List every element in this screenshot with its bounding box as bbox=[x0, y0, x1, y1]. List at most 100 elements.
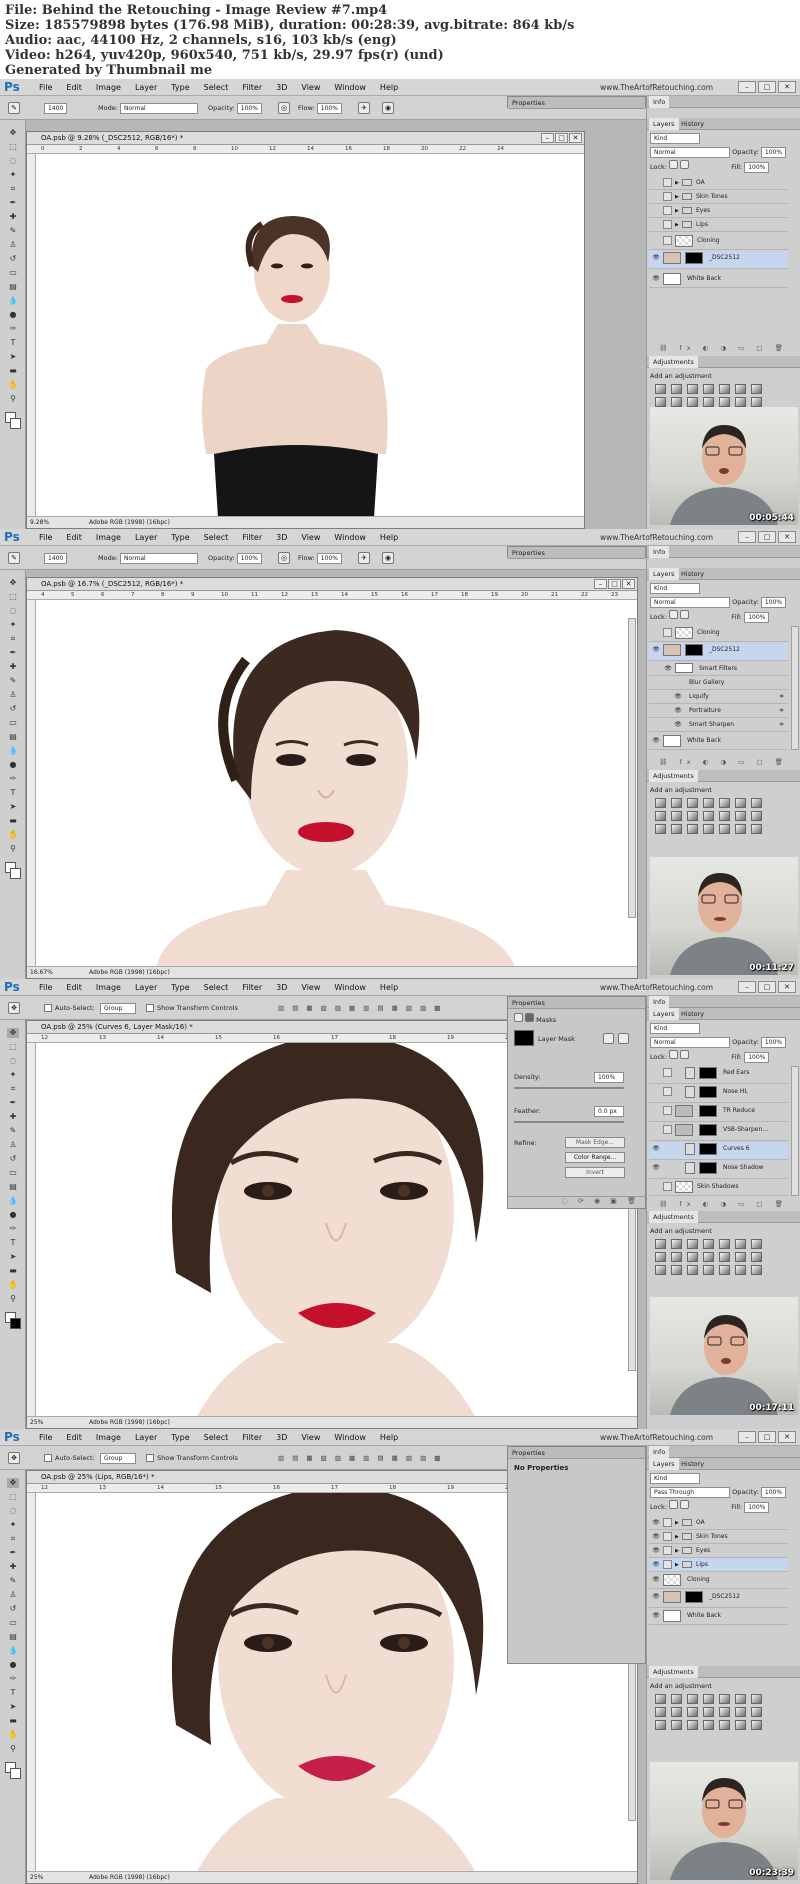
pen-tool-icon[interactable]: ✑ bbox=[7, 1224, 19, 1234]
brush-tool-icon[interactable]: ✎ bbox=[7, 1126, 19, 1136]
eye-icon[interactable]: 👁 bbox=[651, 1161, 661, 1175]
eye-icon[interactable]: 👁 bbox=[651, 251, 661, 265]
layers-scrollbar[interactable] bbox=[791, 626, 799, 750]
layer-group[interactable]: ▶ Lips bbox=[649, 218, 788, 232]
lock-pixels-icon[interactable] bbox=[669, 1050, 679, 1059]
healing-tool-icon[interactable]: ✚ bbox=[7, 1562, 19, 1572]
tab-history[interactable]: History bbox=[677, 1008, 708, 1020]
layer-opacity-field[interactable]: 100% bbox=[760, 147, 787, 158]
tab-layers[interactable]: Layers bbox=[649, 118, 679, 130]
menu-image[interactable]: Image bbox=[89, 529, 128, 546]
lock-position-icon[interactable] bbox=[680, 1500, 690, 1509]
auto-select-checkbox[interactable] bbox=[44, 1004, 52, 1012]
layer-opacity-field[interactable]: 100% bbox=[760, 1037, 787, 1048]
layer-row[interactable]: 👁 White Back bbox=[649, 1609, 788, 1625]
pressure-opacity-icon[interactable]: ◎ bbox=[278, 552, 290, 564]
layer-mask-thumbnail[interactable] bbox=[699, 1143, 717, 1155]
eye-icon[interactable]: 👁 bbox=[651, 1142, 661, 1156]
blend-mode-select[interactable]: Pass Through bbox=[650, 1487, 730, 1498]
lock-pixels-icon[interactable] bbox=[669, 1500, 679, 1509]
auto-select-target[interactable]: Group bbox=[100, 1453, 136, 1464]
layer-row[interactable]: Skin Shadows bbox=[649, 1180, 788, 1196]
menu-3d[interactable]: 3D bbox=[269, 529, 294, 546]
menu-file[interactable]: File bbox=[32, 79, 59, 96]
close-button[interactable]: ✕ bbox=[778, 81, 796, 93]
layer-group[interactable]: ▶ Eyes bbox=[649, 204, 788, 218]
crop-tool-icon[interactable]: ⌗ bbox=[7, 1534, 19, 1544]
vertical-scrollbar[interactable] bbox=[628, 618, 636, 918]
menu-help[interactable]: Help bbox=[373, 979, 405, 996]
menu-edit[interactable]: Edit bbox=[59, 979, 89, 996]
background-color-swatch[interactable] bbox=[10, 1318, 21, 1329]
add-vector-mask-icon[interactable] bbox=[618, 1033, 629, 1044]
history-brush-tool-icon[interactable]: ↺ bbox=[7, 704, 19, 714]
add-pixel-mask-icon[interactable] bbox=[603, 1033, 614, 1044]
lasso-tool-icon[interactable]: ◌ bbox=[7, 606, 19, 616]
menu-type[interactable]: Type bbox=[164, 1429, 196, 1446]
eye-icon[interactable]: 👁 bbox=[651, 1516, 661, 1530]
layer-row-selected[interactable]: 👁 Curves 6 bbox=[649, 1142, 788, 1160]
menu-window[interactable]: Window bbox=[327, 79, 373, 96]
menu-3d[interactable]: 3D bbox=[269, 979, 294, 996]
clone-stamp-tool-icon[interactable]: ♙ bbox=[7, 240, 19, 250]
brush-tool-icon[interactable]: ✎ bbox=[7, 1576, 19, 1586]
background-color-swatch[interactable] bbox=[10, 418, 21, 429]
zoom-tool-icon[interactable]: ⚲ bbox=[7, 394, 19, 404]
menu-type[interactable]: Type bbox=[164, 79, 196, 96]
doc-minimize-button[interactable]: – bbox=[541, 133, 554, 143]
filter-mask-thumbnail[interactable] bbox=[675, 663, 693, 673]
tab-info[interactable]: Info bbox=[649, 996, 670, 1008]
filter-options-icon[interactable]: ≑ bbox=[779, 704, 784, 718]
eraser-tool-icon[interactable]: ▭ bbox=[7, 268, 19, 278]
blur-tool-icon[interactable]: 💧 bbox=[7, 746, 19, 756]
eye-icon[interactable]: 👁 bbox=[651, 1558, 661, 1572]
layer-filter-kind[interactable]: Kind bbox=[650, 583, 700, 594]
adjustment-icons[interactable] bbox=[655, 1239, 764, 1275]
adjustment-layer-row[interactable]: Nose HL bbox=[649, 1085, 788, 1103]
expand-arrow-icon[interactable]: ▶ bbox=[675, 176, 679, 190]
shape-tool-icon[interactable]: ▬ bbox=[7, 816, 19, 826]
move-tool-icon[interactable]: ✥ bbox=[7, 128, 19, 138]
crop-tool-icon[interactable]: ⌗ bbox=[7, 1084, 19, 1094]
filter-row[interactable]: Blur Gallery bbox=[649, 676, 788, 690]
lasso-tool-icon[interactable]: ◌ bbox=[7, 156, 19, 166]
pressure-opacity-icon[interactable]: ◎ bbox=[278, 102, 290, 114]
eyedropper-tool-icon[interactable]: ✒ bbox=[7, 648, 19, 658]
menu-edit[interactable]: Edit bbox=[59, 529, 89, 546]
properties-tab[interactable]: Properties bbox=[508, 997, 645, 1009]
close-button[interactable]: ✕ bbox=[778, 981, 796, 993]
layer-mask-thumbnail[interactable] bbox=[699, 1067, 717, 1079]
dodge-tool-icon[interactable]: ● bbox=[7, 760, 19, 770]
menu-select[interactable]: Select bbox=[197, 79, 236, 96]
layer-row-selected[interactable]: 👁 _DSC2512 bbox=[649, 643, 788, 661]
history-brush-tool-icon[interactable]: ↺ bbox=[7, 1604, 19, 1614]
layer-group[interactable]: 👁 ▶ Eyes bbox=[649, 1544, 788, 1558]
blur-tool-icon[interactable]: 💧 bbox=[7, 1196, 19, 1206]
healing-tool-icon[interactable]: ✚ bbox=[7, 212, 19, 222]
brush-tool-icon[interactable]: ✎ bbox=[7, 676, 19, 686]
doc-close-button[interactable]: ✕ bbox=[622, 579, 635, 589]
layer-row[interactable]: 👁 White Back bbox=[649, 272, 788, 288]
mode-select[interactable]: Normal bbox=[119, 103, 198, 114]
healing-tool-icon[interactable]: ✚ bbox=[7, 1112, 19, 1122]
vector-mask-icon[interactable] bbox=[525, 1013, 535, 1022]
image-canvas[interactable] bbox=[36, 600, 627, 966]
layer-filter-kind[interactable]: Kind bbox=[650, 1023, 700, 1034]
layer-actions[interactable]: ⛓ fx ◐ ◑ ▭ ▢ 🗑 bbox=[650, 342, 797, 354]
menu-filter[interactable]: Filter bbox=[235, 1429, 269, 1446]
marquee-tool-icon[interactable]: ⬚ bbox=[7, 592, 19, 602]
eraser-tool-icon[interactable]: ▭ bbox=[7, 1618, 19, 1628]
transform-controls-checkbox[interactable] bbox=[146, 1004, 154, 1012]
eyedropper-tool-icon[interactable]: ✒ bbox=[7, 1548, 19, 1558]
menu-3d[interactable]: 3D bbox=[269, 79, 294, 96]
pressure-size-icon[interactable]: ◉ bbox=[382, 552, 394, 564]
menu-view[interactable]: View bbox=[294, 979, 327, 996]
layers-scrollbar[interactable] bbox=[791, 1066, 799, 1196]
adjustment-layer-row[interactable]: 👁 Nose Shadow bbox=[649, 1161, 788, 1179]
layer-actions[interactable]: ⛓ fx ◐ ◑ ▭ ▢ 🗑 bbox=[650, 756, 797, 768]
flow-field[interactable]: 100% bbox=[316, 103, 342, 114]
layer-row[interactable]: Cloning bbox=[649, 234, 788, 250]
menu-filter[interactable]: Filter bbox=[235, 79, 269, 96]
flow-field[interactable]: 100% bbox=[316, 553, 342, 564]
menu-help[interactable]: Help bbox=[373, 79, 405, 96]
